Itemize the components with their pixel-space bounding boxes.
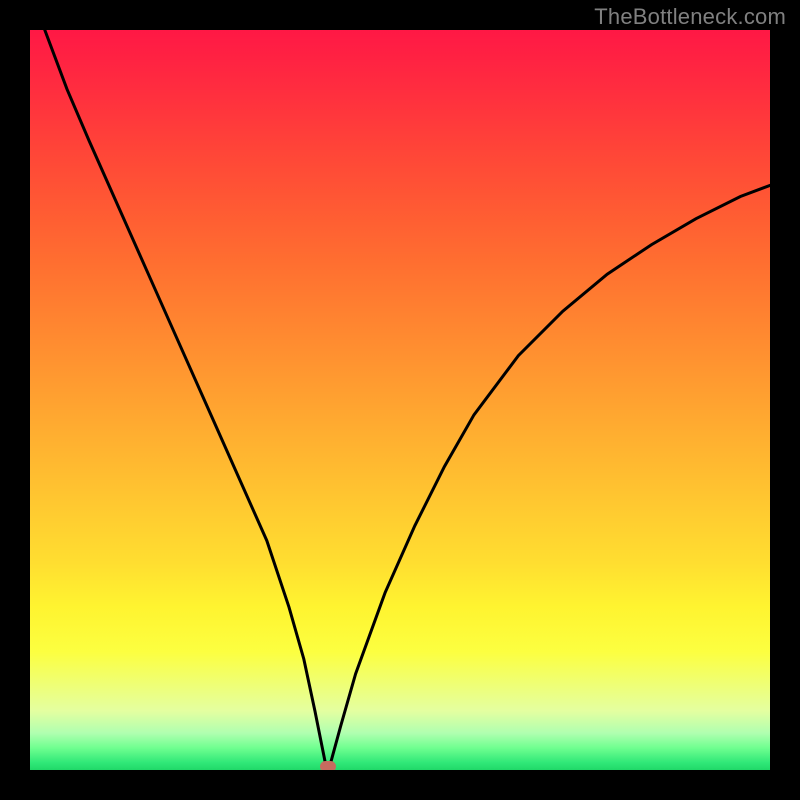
bottleneck-curve-line bbox=[45, 30, 770, 766]
curve-svg bbox=[30, 30, 770, 770]
chart-plot-area bbox=[30, 30, 770, 770]
watermark-text: TheBottleneck.com bbox=[594, 4, 786, 30]
optimal-marker bbox=[320, 761, 336, 770]
